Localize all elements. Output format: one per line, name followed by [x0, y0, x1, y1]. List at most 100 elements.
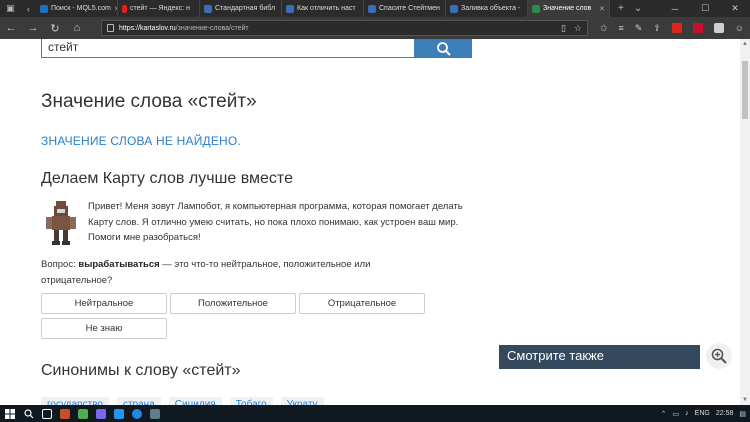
extension-badge-icon[interactable]: [692, 23, 703, 33]
zoom-button[interactable]: [706, 343, 732, 369]
tab-label: стейт — Яндекс: н: [130, 5, 190, 12]
scroll-down-icon[interactable]: ▼: [740, 395, 750, 405]
chat-icon[interactable]: ☺: [735, 23, 744, 33]
volume-icon[interactable]: ♪: [685, 410, 689, 417]
maximize-icon[interactable]: ☐: [690, 3, 720, 14]
tab-extra: + ⌄: [610, 0, 642, 17]
reading-list-icon[interactable]: ≡: [619, 23, 624, 33]
extension-red-icon[interactable]: [671, 23, 682, 33]
new-tab-icon[interactable]: +: [618, 3, 624, 14]
yandex-icon: [122, 4, 127, 13]
map-heading: Делаем Карту слов лучше вместе: [41, 170, 293, 187]
mql5-icon: [40, 4, 48, 13]
tab-how-to[interactable]: Как отличить наст: [282, 0, 364, 17]
app-icon-4[interactable]: [110, 405, 128, 422]
url-host: https://kartaslov.ru: [119, 24, 176, 32]
refresh-icon[interactable]: ↻: [44, 22, 66, 35]
toolbar-right: ✩ ≡ ✎ ⇪ ☺ ···: [600, 17, 750, 39]
question-word: вырабатываться: [78, 259, 160, 270]
question-text: Вопрос: вырабатываться — это что-то нейт…: [41, 257, 441, 288]
tab-strip: ▣ ‹ Поиск - MQL5.com✕ стейт — Яндекс: н …: [0, 0, 750, 17]
app-icon-5[interactable]: [146, 405, 164, 422]
tab-label: Как отличить наст: [297, 5, 356, 12]
lock-icon: [107, 24, 114, 32]
tab-label: Спасите Стейтмен: [379, 5, 440, 12]
synonyms-list: государство страна Сицилия Тобаго Украту: [41, 397, 324, 405]
close-icon[interactable]: ✕: [599, 5, 605, 13]
positive-button[interactable]: Положительное: [170, 293, 296, 314]
tab-std-lib[interactable]: Стандартная библ: [200, 0, 282, 17]
tab-nav: ▣ ‹: [0, 0, 36, 17]
tab-back-icon[interactable]: ‹: [27, 4, 30, 14]
tab-label: Стандартная библ: [215, 5, 276, 12]
share-icon[interactable]: ⇪: [653, 23, 661, 34]
language-indicator[interactable]: ENG: [695, 410, 710, 417]
edge-icon[interactable]: [128, 405, 146, 422]
tab-label: Поиск - MQL5.com: [51, 5, 111, 12]
app-icon-3[interactable]: [92, 405, 110, 422]
windows-icon: [5, 408, 15, 419]
favorite-star-icon[interactable]: ☆: [574, 23, 582, 34]
task-view-icon[interactable]: [38, 405, 56, 422]
url-path: /значение-слова/стейт: [175, 24, 249, 32]
clock[interactable]: 22:58: [716, 410, 734, 417]
vertical-scrollbar[interactable]: ▲ ▼: [740, 39, 750, 405]
tray-arrow-icon[interactable]: ⌃: [661, 410, 667, 418]
dont-know-button[interactable]: Не знаю: [41, 318, 167, 339]
tab-yandex[interactable]: стейт — Яндекс: н: [118, 0, 200, 17]
network-icon[interactable]: ▭: [673, 410, 680, 418]
app-icon-1[interactable]: [56, 405, 74, 422]
search-button[interactable]: [415, 39, 472, 58]
synonym-chip[interactable]: Сицилия: [168, 397, 222, 405]
search-taskbar-icon[interactable]: [20, 405, 38, 422]
tab-mql5[interactable]: Поиск - MQL5.com✕: [36, 0, 118, 17]
neutral-button[interactable]: Нейтральное: [41, 293, 167, 314]
minimize-icon[interactable]: ─: [660, 4, 690, 14]
extension-gray-icon[interactable]: [713, 23, 724, 33]
graduation-cap-icon: [368, 4, 376, 13]
favorites-icon[interactable]: ✩: [600, 23, 608, 34]
url-icons: ▯ ☆: [561, 23, 582, 34]
window-controls: ─ ☐ ✕: [660, 0, 750, 17]
nav-bar: ← → ↻ ⌂ https://kartaslov.ru/значение-сл…: [0, 17, 750, 39]
taskbar: ⌃ ▭ ♪ ENG 22:58 ▤: [0, 405, 750, 422]
app-icon-2[interactable]: [74, 405, 92, 422]
tab-list-icon[interactable]: ⌄: [634, 3, 642, 14]
tab-fill[interactable]: Заливка объекта -: [446, 0, 528, 17]
window-close-icon[interactable]: ✕: [720, 3, 750, 14]
scroll-up-icon[interactable]: ▲: [740, 39, 750, 49]
synonym-chip[interactable]: Украту: [280, 397, 324, 405]
see-also-panel[interactable]: Смотрите также: [499, 345, 700, 369]
book-icon: [532, 4, 540, 13]
notifications-icon[interactable]: ▤: [739, 410, 746, 418]
scroll-thumb[interactable]: [742, 61, 748, 119]
synonym-chip[interactable]: Тобаго: [229, 397, 273, 405]
system-tray: ⌃ ▭ ♪ ENG 22:58 ▤: [661, 410, 750, 418]
not-found-link[interactable]: ЗНАЧЕНИЕ СЛОВА НЕ НАЙДЕНО.: [41, 134, 241, 148]
synonym-chip[interactable]: государство: [41, 397, 109, 405]
search-icon: [436, 41, 451, 56]
home-icon[interactable]: ⌂: [66, 22, 88, 34]
negative-button[interactable]: Отрицательное: [299, 293, 425, 314]
question-prefix: Вопрос:: [41, 259, 79, 270]
pen-icon[interactable]: ✎: [635, 23, 643, 34]
synonym-chip[interactable]: страна: [116, 397, 161, 405]
search-input[interactable]: стейт: [41, 39, 415, 58]
address-bar[interactable]: https://kartaslov.ru/значение-слова/стей…: [101, 20, 588, 36]
tab-actions-icon[interactable]: ▣: [6, 3, 15, 14]
tab-label: Значение слов: [543, 5, 592, 12]
graduation-cap-icon: [450, 4, 458, 13]
page-title: Значение слова «стейт»: [41, 91, 257, 112]
start-button[interactable]: [0, 408, 20, 419]
zoom-in-icon: [711, 348, 727, 364]
tab-statement[interactable]: Спасите Стейтмен: [364, 0, 446, 17]
tab-kartaslov[interactable]: Значение слов ✕: [528, 0, 610, 17]
back-icon[interactable]: ←: [0, 22, 22, 34]
graduation-cap-icon: [286, 4, 294, 13]
search-row: стейт: [41, 39, 472, 58]
synonyms-heading: Синонимы к слову «стейт»: [41, 362, 241, 379]
forward-icon[interactable]: →: [22, 22, 44, 34]
reading-view-icon[interactable]: ▯: [561, 23, 566, 34]
tab-label: Заливка объекта -: [461, 5, 521, 12]
lampobot-icon: [46, 201, 76, 245]
